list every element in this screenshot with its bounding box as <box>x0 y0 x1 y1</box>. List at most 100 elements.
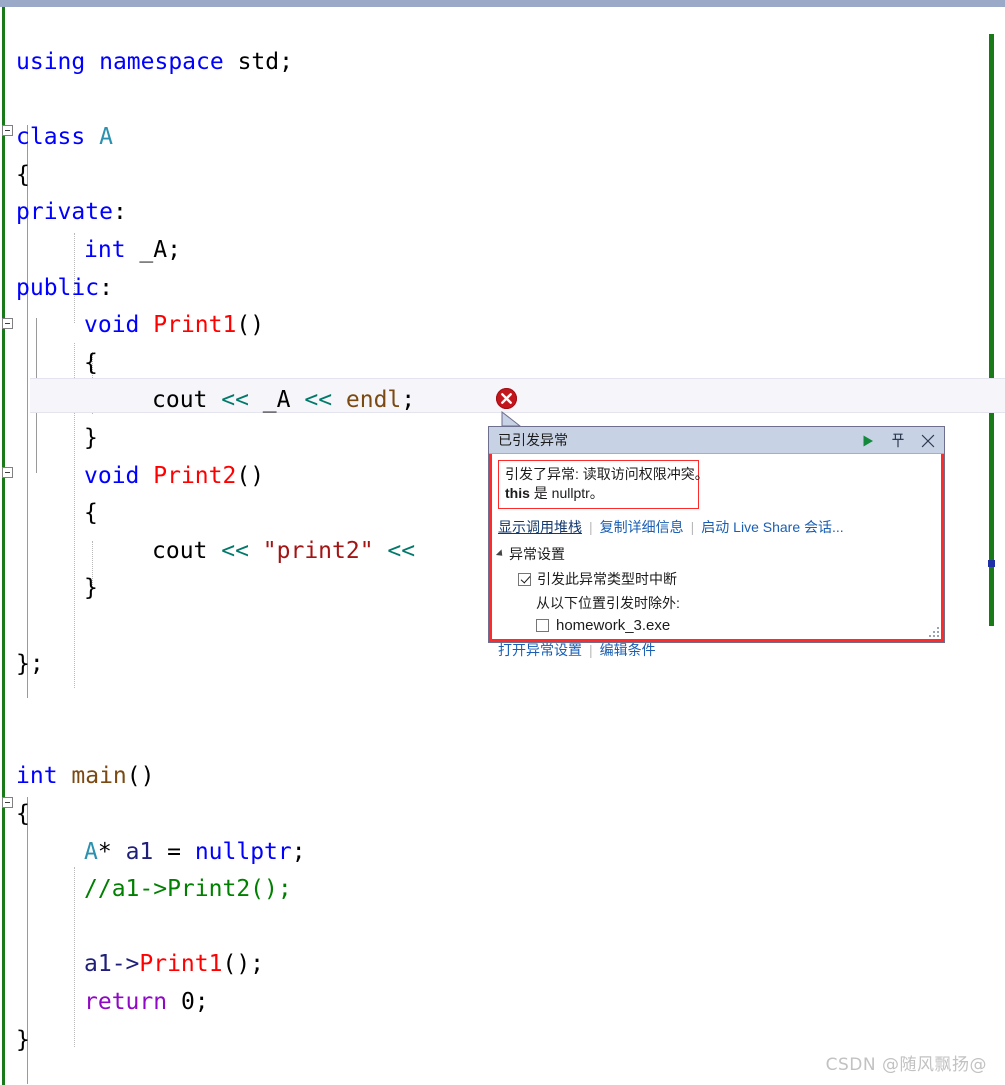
code-token: } <box>84 425 98 451</box>
live-share-link[interactable]: 启动 Live Share 会话... <box>701 517 843 537</box>
code-line: void Print1() <box>84 307 264 345</box>
code-line: }; <box>16 646 44 684</box>
code-token: A <box>99 124 113 151</box>
code-token: : <box>99 274 113 301</box>
code-token: ; <box>291 838 306 865</box>
break-on-exception-label: 引发此异常类型时中断 <box>537 571 677 587</box>
code-line: void Print2() <box>84 458 264 496</box>
exception-message-box: 引发了异常: 读取访问权限冲突。 this 是 nullptr。 <box>498 460 709 509</box>
play-triangle-icon <box>863 435 873 446</box>
popup-action-links: 显示调用堆栈 | 复制详细信息 | 启动 Live Share 会话... <box>498 517 844 537</box>
module-name-label: homework_3.exe <box>556 617 671 634</box>
code-token: * <box>97 838 126 865</box>
code-token: cout <box>152 387 222 414</box>
code-token: A <box>84 838 98 865</box>
collapse-toggle-print2[interactable] <box>2 467 13 478</box>
code-line: public: <box>16 270 113 308</box>
code-token: () <box>126 763 155 790</box>
code-token: //a1->Print2(); <box>84 876 292 903</box>
copy-details-link[interactable]: 复制详细信息 <box>600 517 684 537</box>
exception-settings-section: 异常设置 引发此异常类型时中断 从以下位置引发时除外: homework_3.e… <box>495 544 680 660</box>
visual-studio-editor-screenshot: using namespace std; class A{private: int … <box>0 0 1005 1085</box>
csdn-watermark: CSDN @随风飘扬@ <box>825 1055 987 1075</box>
code-token: << <box>221 387 263 414</box>
exception-message-line1: 引发了异常: 读取访问权限冲突。 <box>505 466 709 482</box>
code-line: int main() <box>16 758 154 796</box>
popup-callout-tail <box>500 400 524 427</box>
except-when-thrown-from-label: 从以下位置引发时除外: <box>536 595 680 611</box>
collapse-toggle-print1[interactable] <box>2 318 13 329</box>
code-token: public <box>16 274 100 301</box>
code-token: Print2 <box>153 462 237 489</box>
break-on-exception-row[interactable]: 引发此异常类型时中断 <box>518 569 680 589</box>
code-token: _A <box>262 387 305 414</box>
pin-button[interactable] <box>889 432 906 449</box>
code-token: (); <box>222 951 265 978</box>
code-line: cout << "print2" << <box>152 533 429 571</box>
code-token: { <box>84 500 98 527</box>
code-token: a1 <box>125 838 168 865</box>
code-line: { <box>84 345 98 383</box>
show-call-stack-link[interactable]: 显示调用堆栈 <box>498 517 582 537</box>
code-line: cout << _A << endl; <box>152 382 415 420</box>
code-line: { <box>84 495 98 533</box>
code-line: } <box>84 570 98 608</box>
collapse-toggle-class[interactable] <box>2 125 13 136</box>
close-button[interactable] <box>919 432 936 449</box>
code-line: { <box>16 157 30 195</box>
module-exclusion-checkbox[interactable] <box>536 619 549 632</box>
code-token: << <box>304 387 346 414</box>
exception-message-line2-rest: 是 nullptr。 <box>529 485 604 501</box>
continue-button[interactable] <box>859 432 876 449</box>
code-line: { <box>16 796 30 834</box>
popup-titlebar[interactable]: 已引发异常 <box>489 427 944 454</box>
exception-settings-label: 异常设置 <box>509 546 565 562</box>
code-token: void <box>84 462 154 489</box>
code-token: void <box>84 312 154 339</box>
link-separator: | <box>589 642 593 658</box>
close-x-icon <box>921 434 934 447</box>
code-token: nullptr <box>194 838 292 865</box>
code-token: 0; <box>180 989 209 1015</box>
code-token: endl <box>345 387 402 414</box>
code-token: << <box>221 537 263 564</box>
code-token: _A; <box>139 237 181 263</box>
code-token: : <box>112 199 127 226</box>
edit-conditions-link[interactable]: 编辑条件 <box>600 640 656 660</box>
code-token: return <box>84 989 181 1015</box>
code-token: Print1 <box>139 951 223 978</box>
exception-settings-header[interactable]: 异常设置 <box>495 544 680 564</box>
code-token: { <box>16 161 30 188</box>
exception-message-this-keyword: this <box>505 485 530 501</box>
code-token: int <box>16 763 72 790</box>
break-on-exception-checkbox[interactable] <box>518 572 531 586</box>
collapse-toggle-main[interactable] <box>2 797 13 808</box>
code-line: a1->Print1(); <box>84 946 264 984</box>
code-line: } <box>84 420 98 458</box>
link-separator: | <box>690 519 695 535</box>
code-token: private <box>16 199 113 226</box>
code-token: { <box>16 801 30 827</box>
open-exception-settings-link[interactable]: 打开异常设置 <box>498 640 582 660</box>
code-token: Print1 <box>153 312 237 339</box>
code-token: main <box>71 763 127 790</box>
exception-thrown-popup[interactable]: 已引发异常 引发了异常: 读取访问权限冲突。 this 是 nullptr。 显… <box>488 426 945 658</box>
code-token: using <box>16 49 100 75</box>
code-line: class A <box>16 119 113 157</box>
popup-body: 引发了异常: 读取访问权限冲突。 this 是 nullptr。 显示调用堆栈 … <box>489 454 944 658</box>
code-token: } <box>84 575 98 602</box>
code-token: } <box>16 1026 30 1053</box>
code-token: cout <box>152 537 222 564</box>
code-token: () <box>236 462 265 489</box>
code-token: a1-> <box>84 951 140 978</box>
popup-resize-grip[interactable] <box>927 625 939 637</box>
structure-guide-main-body <box>74 867 75 1047</box>
code-line: A* a1 = nullptr; <box>84 834 306 872</box>
code-token: std; <box>237 49 293 75</box>
code-line: return 0; <box>84 984 209 1022</box>
popup-title: 已引发异常 <box>498 432 568 448</box>
popup-bottom-links: 打开异常设置 | 编辑条件 <box>498 640 680 660</box>
code-line: //a1->Print2(); <box>84 871 292 909</box>
module-exclusion-row[interactable]: homework_3.exe <box>536 617 680 634</box>
code-token: << <box>387 537 429 564</box>
